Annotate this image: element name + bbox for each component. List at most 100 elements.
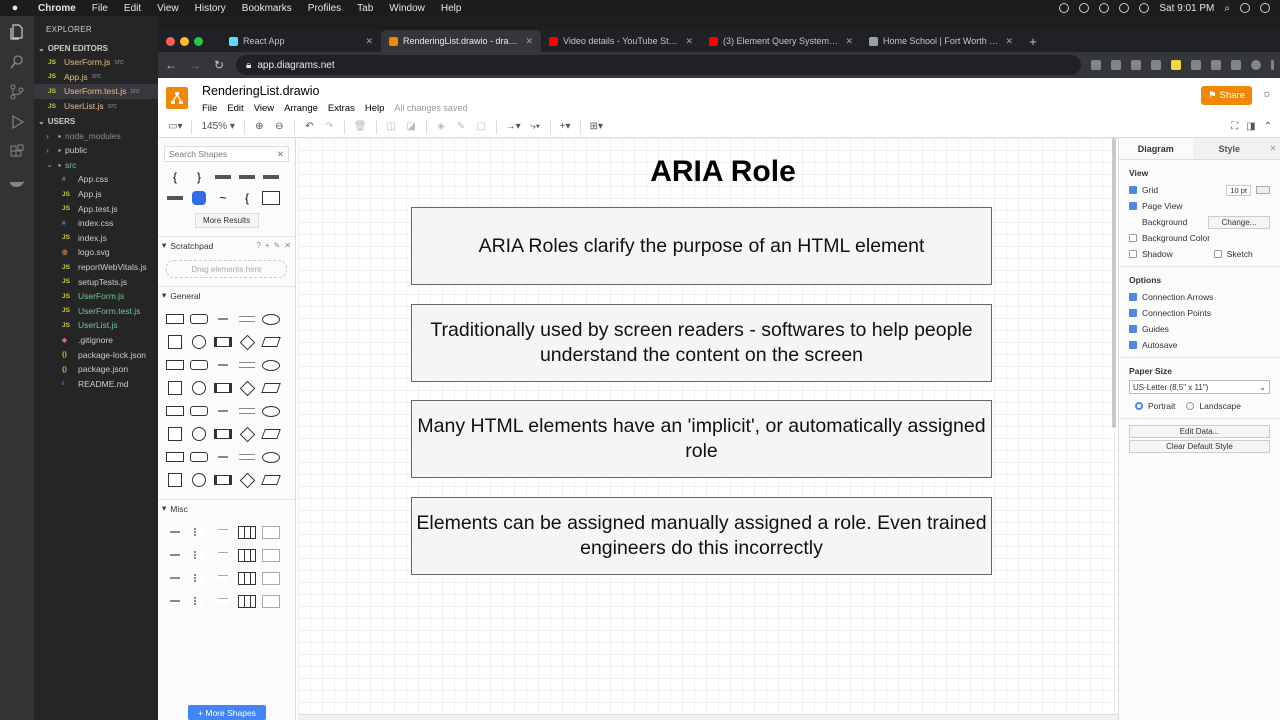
shape-process[interactable] [212,471,234,489]
battery-icon[interactable] [1119,3,1130,13]
file-item[interactable]: # App.css [34,172,158,187]
menubar-item-window[interactable]: Window [381,3,433,14]
run-debug-icon[interactable] [9,114,25,130]
shape-rectangle[interactable] [164,448,186,466]
shape-curly-bracket[interactable]: { [236,189,258,207]
extensions-icon[interactable] [9,144,25,160]
fullscreen-icon[interactable]: ⛶ [1231,121,1238,132]
insert-icon[interactable]: +▾ [560,121,571,132]
file-item[interactable]: JS UserList.js [34,318,158,333]
open-editor-item[interactable]: JS UserList.js src [34,99,158,114]
close-window-button[interactable] [166,36,175,46]
zoom-out-icon[interactable]: ⊖ [274,121,285,132]
shape-text[interactable] [212,356,234,374]
shape-diamond[interactable] [236,425,258,443]
shape-diamond[interactable] [236,379,258,397]
edit-icon[interactable]: ✎ [274,241,281,250]
shape-curly-bracket[interactable]: { [164,168,186,186]
shape-list[interactable] [188,523,210,541]
shape-list-item[interactable] [212,546,234,564]
help-icon[interactable]: ? [256,241,260,250]
extensions-puzzle-icon[interactable] [1211,60,1221,70]
file-name[interactable]: RenderingList.drawio [202,84,467,98]
shape-rectangle[interactable] [164,310,186,328]
browser-tab[interactable]: Video details - YouTube Studio ✕ [541,30,701,52]
shape-grid[interactable] [260,569,282,587]
shape-parallelogram[interactable] [260,471,282,489]
table-icon[interactable]: ⊞▾ [590,121,603,132]
shape-square[interactable] [164,471,186,489]
minimize-window-button[interactable] [180,36,189,46]
file-item[interactable]: # index.css [34,216,158,231]
shape-rectangle[interactable] [164,356,186,374]
general-header[interactable]: ▾ General [158,286,295,304]
wifi-icon[interactable] [1099,3,1110,13]
page-view-checkbox[interactable] [1129,202,1137,210]
shape-list[interactable] [188,592,210,610]
shape-grid[interactable] [260,546,282,564]
menubar-app-name[interactable]: Chrome [30,3,84,14]
paper-size-select[interactable]: US-Letter (8,5" x 11") ⌄ [1129,380,1270,394]
shape-process[interactable] [212,333,234,351]
source-control-icon[interactable] [9,84,25,100]
close-tab-icon[interactable]: ✕ [685,36,693,47]
shadow-icon[interactable]: ▢ [476,121,487,132]
folder-item[interactable]: ⌄ ▪ src [34,158,158,173]
siri-icon[interactable] [1260,3,1270,13]
menu-extras[interactable]: Extras [328,103,355,114]
file-item[interactable]: JS reportWebVitals.js [34,260,158,275]
shape-process[interactable] [212,425,234,443]
shape-process[interactable] [212,379,234,397]
reload-icon[interactable]: ↻ [212,58,226,72]
misc-header[interactable]: ▾ Misc [158,499,295,517]
menubar-item-tab[interactable]: Tab [349,3,381,14]
zoom-window-button[interactable] [194,36,203,46]
shape-circle[interactable] [188,425,210,443]
line-color-icon[interactable]: ✎ [456,121,467,132]
shape-signal[interactable] [260,189,282,207]
shape-textbox[interactable] [236,402,258,420]
shape-title[interactable] [164,523,186,541]
menubar-item-view[interactable]: View [149,3,187,14]
sidepanel-icon[interactable] [1231,60,1241,70]
back-icon[interactable]: ← [164,58,178,72]
page-tabs-bar[interactable] [298,714,1118,720]
theme-icon[interactable]: ☼ [1262,88,1272,100]
shape-table[interactable] [236,592,258,610]
install-icon[interactable] [1111,60,1121,70]
shape-list-item[interactable] [212,592,234,610]
shape-ellipse[interactable] [260,448,282,466]
forward-icon[interactable]: → [188,58,202,72]
shape-title[interactable] [164,592,186,610]
shape-bar[interactable] [236,168,258,186]
shape-table[interactable] [236,523,258,541]
shape-text[interactable] [212,310,234,328]
shape-parallelogram[interactable] [260,379,282,397]
shape-textbox[interactable] [236,448,258,466]
connection-icon[interactable]: →▾ [506,121,521,132]
more-results-button[interactable]: More Results [194,213,259,228]
zoom-in-icon[interactable]: ⊕ [254,121,265,132]
shape-rectangle[interactable] [164,402,186,420]
diagram-box-2[interactable]: Traditionally used by screen readers - s… [411,304,992,382]
lock-icon[interactable]: 🔒︎ [246,60,251,71]
collapse-icon[interactable]: ⌃ [1264,121,1272,132]
shape-rounded-rectangle[interactable] [188,356,210,374]
add-icon[interactable]: + [265,241,270,250]
shape-ellipse[interactable] [260,310,282,328]
view-panels-icon[interactable]: ▭▾ [168,121,182,132]
menu-file[interactable]: File [202,103,217,114]
to-front-icon[interactable]: ◫ [386,121,397,132]
menubar-item-history[interactable]: History [187,3,234,14]
shape-parallelogram[interactable] [260,425,282,443]
shape-grid[interactable] [260,523,282,541]
diagram-box-1[interactable]: ARIA Roles clarify the purpose of an HTM… [411,207,992,285]
shape-square[interactable] [164,425,186,443]
menubar-clock[interactable]: Sat 9:01 PM [1159,3,1214,14]
more-shapes-button[interactable]: + More Shapes [188,705,266,720]
folder-item[interactable]: › ▪ public [34,143,158,158]
shape-bar[interactable] [164,189,186,207]
shape-rounded-rectangle[interactable] [188,448,210,466]
shape-bar[interactable] [260,168,282,186]
undo-icon[interactable]: ↶ [304,121,315,132]
